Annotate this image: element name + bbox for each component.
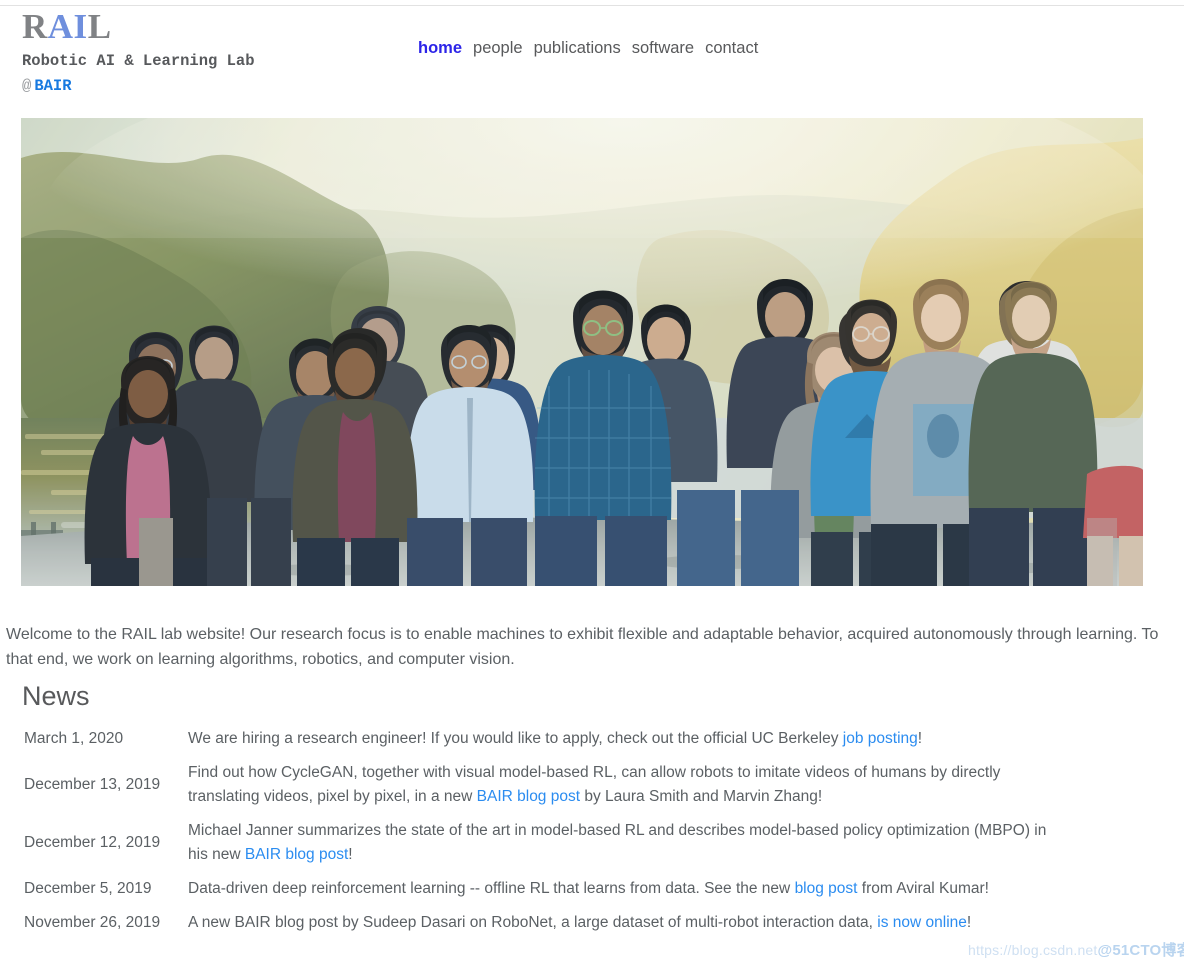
news-body: Find out how CycleGAN, together with vis… [184,756,1072,814]
nav-item-people[interactable]: people [473,39,523,57]
watermark-url: https://blog.csdn.net [968,942,1098,958]
news-row: December 5, 2019 Data-driven deep reinfo… [8,872,1072,906]
news-body: A new BAIR blog post by Sudeep Dasari on… [184,906,1072,940]
news-link-bair-blog-post[interactable]: BAIR blog post [245,846,348,863]
affiliation-line: @ BAIR [22,75,422,97]
news-text-tail: ! [348,846,353,863]
nav-item-home[interactable]: home [418,39,462,57]
news-row: December 12, 2019 Michael Janner summari… [8,814,1072,872]
news-link-bair-blog-post[interactable]: BAIR blog post [477,788,580,805]
news-date: March 1, 2020 [24,730,124,747]
nav-item-publications[interactable]: publications [534,39,621,57]
bair-link[interactable]: BAIR [34,77,71,95]
news-text-tail: from Aviral Kumar! [857,880,989,897]
watermark-tag: @51CTO博客 [1097,942,1184,959]
watermark: https://blog.csdn.net@51CTO博客 [968,939,1184,960]
news-text: Data-driven deep reinforcement learning … [188,880,795,897]
news-link-job-posting[interactable]: job posting [843,730,918,747]
affiliation-at-symbol: @ [22,77,32,95]
group-photo [21,118,1143,586]
news-text: We are hiring a research engineer! If yo… [188,730,843,747]
news-text: A new BAIR blog post by Sudeep Dasari on… [188,914,878,931]
news-date: December 13, 2019 [24,776,161,793]
news-text-tail: ! [917,730,923,747]
top-divider [0,5,1184,6]
news-link-blog-post[interactable]: blog post [795,880,858,897]
news-link-is-now-online[interactable]: is now online [877,914,967,931]
logo-letter-l: L [87,7,112,46]
news-table: March 1, 2020 We are hiring a research e… [8,722,1072,940]
intro-paragraph: Welcome to the RAIL lab website! Our res… [6,626,1159,668]
main-navigation[interactable]: home people publications software contact [418,39,758,58]
group-photo-illustration [21,118,1143,586]
nav-item-software[interactable]: software [632,39,694,57]
brand-block: RAIL Robotic AI & Learning Lab @ BAIR [22,8,422,97]
nav-item-contact[interactable]: contact [705,39,758,57]
site-logo[interactable]: RAIL [22,8,422,46]
news-date: December 12, 2019 [24,834,161,851]
news-body: Data-driven deep reinforcement learning … [184,872,1072,906]
news-heading: News [22,681,90,711]
news-text-tail: ! [966,914,972,931]
news-date: November 26, 2019 [24,914,161,931]
news-row: March 1, 2020 We are hiring a research e… [8,722,1072,756]
logo-letter-r: R [22,7,48,46]
site-header: RAIL Robotic AI & Learning Lab @ BAIR hom… [0,8,1184,108]
news-row: November 26, 2019 A new BAIR blog post b… [8,906,1072,940]
site-tagline: Robotic AI & Learning Lab [22,52,255,70]
news-text-tail: by Laura Smith and Marvin Zhang! [580,788,823,805]
news-body: We are hiring a research engineer! If yo… [184,722,1072,756]
news-date: December 5, 2019 [24,880,152,897]
logo-letters-ai: AI [47,7,88,46]
news-row: December 13, 2019 Find out how CycleGAN,… [8,756,1072,814]
news-body: Michael Janner summarizes the state of t… [184,814,1072,872]
